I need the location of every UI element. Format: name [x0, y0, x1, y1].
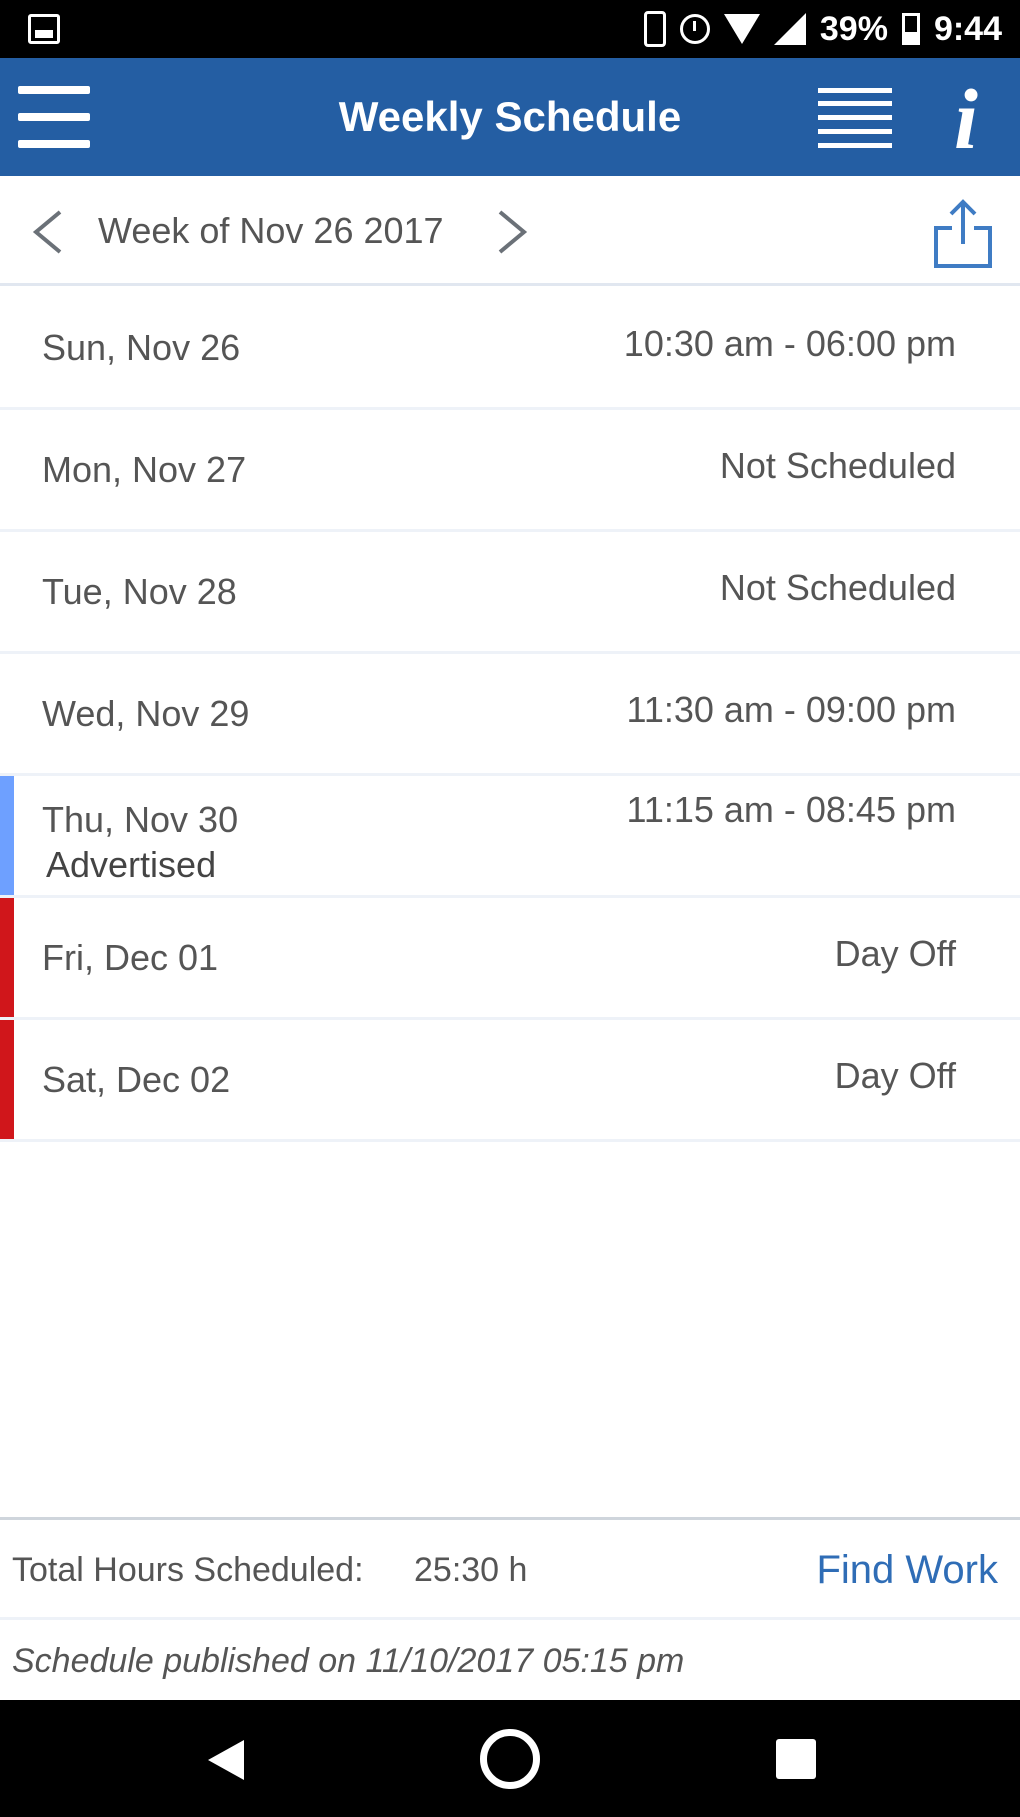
week-navigation: Week of Nov 26 2017	[0, 176, 1020, 286]
schedule-list: Sun, Nov 26 10:30 am - 06:00 pm Mon, Nov…	[0, 288, 1020, 1142]
status-bar: 39% 9:44	[0, 0, 1020, 58]
day-time: Not Scheduled	[719, 445, 956, 486]
day-row-thu[interactable]: Thu, Nov 30 11:15 am - 08:45 pm Advertis…	[0, 776, 1020, 898]
day-time: Not Scheduled	[719, 567, 956, 608]
battery-icon	[901, 13, 920, 45]
day-marker	[0, 898, 14, 1017]
chevron-right-icon[interactable]	[490, 210, 530, 254]
day-date: Fri, Dec 01	[42, 937, 219, 978]
app-bar: Weekly Schedule i	[0, 58, 1020, 176]
schedule-published-note: Schedule published on 11/10/2017 05:15 p…	[12, 1642, 685, 1680]
day-time: 11:30 am - 09:00 pm	[626, 689, 956, 730]
day-row-mon[interactable]: Mon, Nov 27 Not Scheduled	[0, 410, 1020, 532]
day-date: Wed, Nov 29	[42, 693, 250, 734]
back-icon[interactable]	[204, 1738, 248, 1782]
day-marker	[0, 532, 14, 651]
list-view-icon[interactable]	[818, 88, 892, 148]
share-icon[interactable]	[932, 198, 994, 270]
status-time: 9:44	[933, 9, 1002, 48]
wifi-icon	[723, 14, 760, 44]
total-hours-row: Total Hours Scheduled: 25:30 h Find Work	[0, 1520, 1020, 1620]
day-marker	[0, 410, 14, 529]
day-time: 11:15 am - 08:45 pm	[626, 789, 956, 830]
day-row-fri[interactable]: Fri, Dec 01 Day Off	[0, 898, 1020, 1020]
recents-icon[interactable]	[776, 1739, 816, 1779]
day-time: Day Off	[834, 933, 956, 974]
day-date: Tue, Nov 28	[42, 571, 237, 612]
signal-icon	[773, 13, 806, 45]
day-marker	[0, 776, 14, 895]
system-nav-bar	[0, 1700, 1020, 1817]
day-time: Day Off	[834, 1055, 956, 1096]
home-icon[interactable]	[480, 1729, 540, 1789]
day-row-sat[interactable]: Sat, Dec 02 Day Off	[0, 1020, 1020, 1142]
week-label: Week of Nov 26 2017	[98, 210, 444, 251]
notification-image-icon	[28, 14, 60, 44]
day-date: Sat, Dec 02	[42, 1059, 231, 1100]
day-date: Sun, Nov 26	[42, 327, 241, 368]
menu-icon[interactable]	[18, 86, 90, 148]
total-hours-value: 25:30 h	[414, 1551, 528, 1589]
day-time: 10:30 am - 06:00 pm	[623, 323, 956, 364]
shift-note: Advertised	[46, 844, 217, 885]
screen: 39% 9:44 Weekly Schedule i Week of Nov 2…	[0, 0, 1020, 1817]
day-row-sun[interactable]: Sun, Nov 26 10:30 am - 06:00 pm	[0, 288, 1020, 410]
day-marker	[0, 288, 14, 407]
total-hours-label: Total Hours Scheduled:	[12, 1551, 364, 1589]
alarm-icon	[679, 14, 710, 44]
phone-icon	[643, 11, 666, 47]
battery-percent: 39%	[819, 9, 888, 48]
day-row-wed[interactable]: Wed, Nov 29 11:30 am - 09:00 pm	[0, 654, 1020, 776]
day-date: Mon, Nov 27	[42, 449, 247, 490]
chevron-left-icon[interactable]	[30, 210, 70, 254]
day-row-tue[interactable]: Tue, Nov 28 Not Scheduled	[0, 532, 1020, 654]
day-marker	[0, 654, 14, 773]
info-icon[interactable]: i	[946, 74, 986, 164]
find-work-link[interactable]: Find Work	[816, 1520, 998, 1620]
day-marker	[0, 1020, 14, 1139]
